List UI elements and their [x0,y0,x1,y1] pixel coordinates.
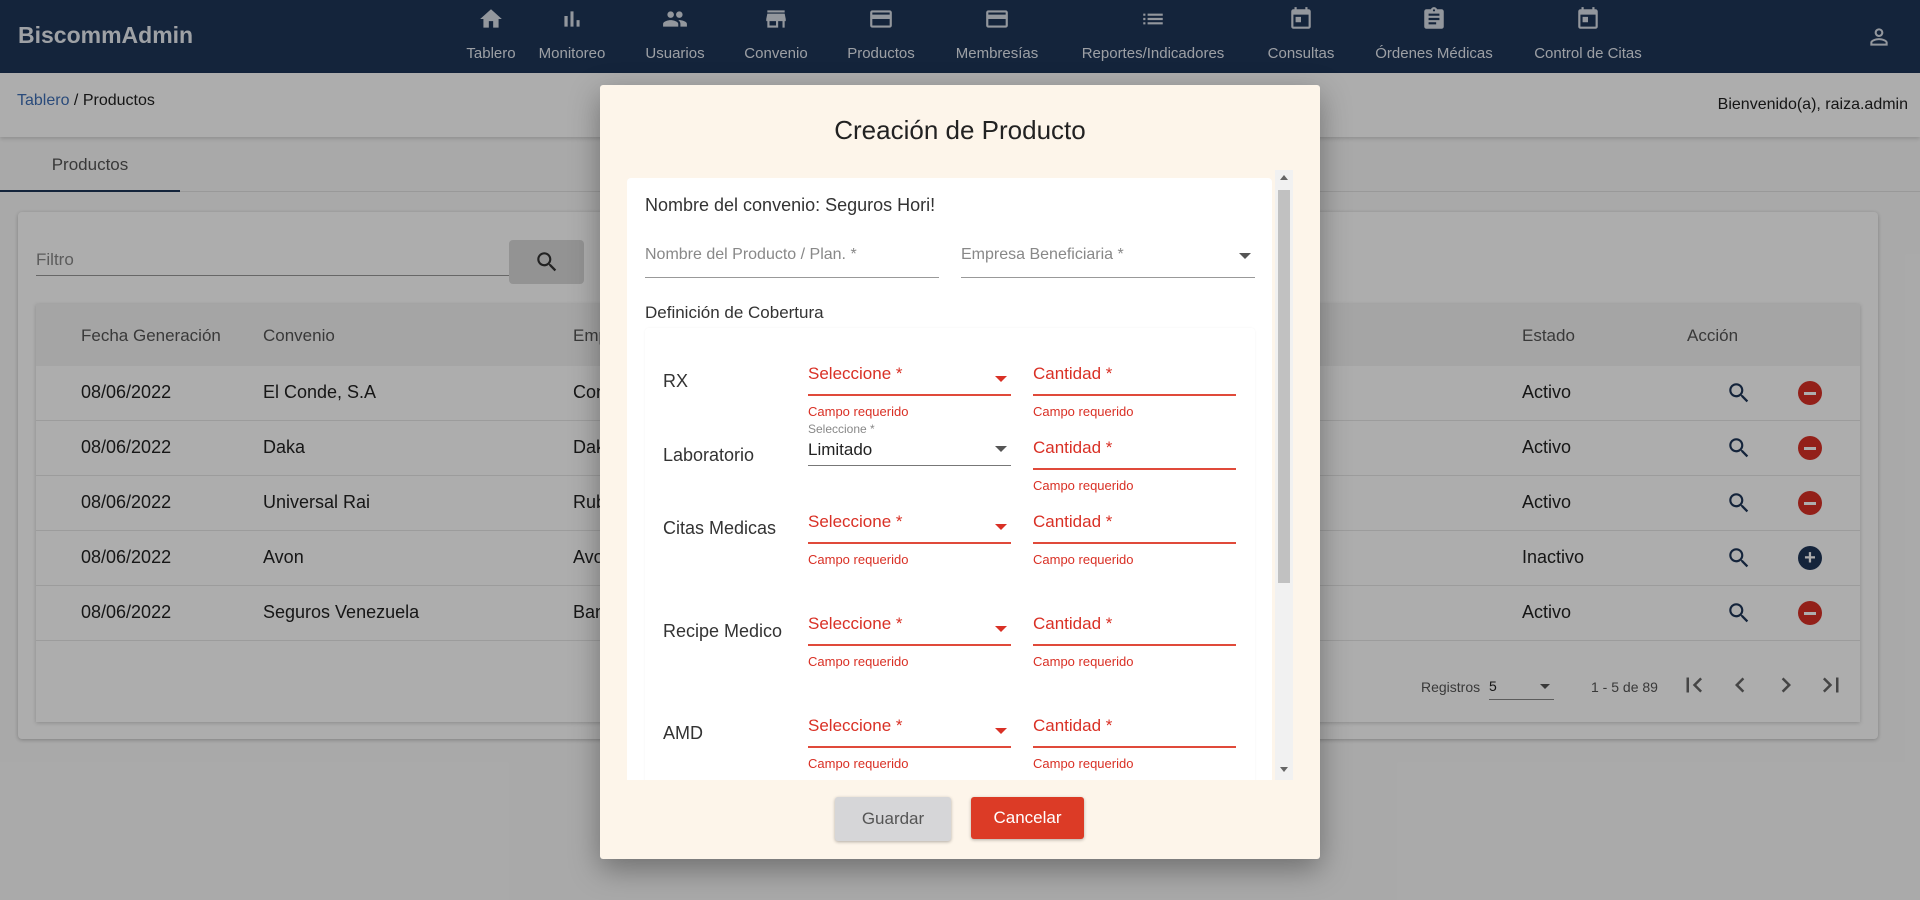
coverage-type-select-laboratorio[interactable]: Seleccione * Limitado [808,422,1011,466]
error-text: Campo requerido [1033,756,1134,771]
beneficiary-company-select[interactable]: Empresa Beneficiaria * [961,242,1255,278]
scrollbar-thumb[interactable] [1278,190,1290,583]
coverage-label-citas-medicas: Citas Medicas [663,518,777,538]
product-name-input[interactable]: Nombre del Producto / Plan. * [645,242,939,278]
quantity-placeholder: Cantidad * [1033,512,1113,531]
quantity-input-laboratorio[interactable]: Cantidad * [1033,430,1236,470]
coverage-label-rx: RX [663,371,689,391]
select-placeholder: Seleccione * [808,364,903,383]
error-text: Campo requerido [1033,404,1134,419]
quantity-placeholder: Cantidad * [1033,438,1113,457]
error-text: Campo requerido [808,404,909,419]
coverage-section: RX Seleccione * Cantidad * Campo requeri… [645,328,1255,780]
save-button[interactable]: Guardar [835,797,951,841]
create-product-dialog: Creación de Producto Nombre del convenio… [600,85,1320,859]
select-placeholder: Seleccione * [808,512,903,531]
quantity-placeholder: Cantidad * [1033,614,1113,633]
chevron-down-icon [995,446,1007,452]
coverage-title: Definición de Cobertura [645,303,824,322]
select-floating-label: Seleccione * [808,422,875,436]
quantity-input-recipe-medico[interactable]: Cantidad * [1033,606,1236,646]
quantity-input-citas-medicas[interactable]: Cantidad * [1033,504,1236,544]
chevron-down-icon [1239,253,1251,259]
scroll-up-icon[interactable] [1280,175,1288,180]
quantity-placeholder: Cantidad * [1033,364,1113,383]
coverage-type-select-rx[interactable]: Seleccione * [808,356,1011,396]
coverage-type-select-citas-medicas[interactable]: Seleccione * [808,504,1011,544]
error-text: Campo requerido [1033,654,1134,669]
form-card: Nombre del convenio: Seguros Hori! Nombr… [627,178,1272,780]
chevron-down-icon [995,376,1007,382]
quantity-input-rx[interactable]: Cantidad * [1033,356,1236,396]
dialog-title: Creación de Producto [834,115,1086,145]
chevron-down-icon [995,626,1007,632]
beneficiary-company-placeholder: Empresa Beneficiaria * [961,246,1124,263]
chevron-down-icon [995,728,1007,734]
scroll-down-icon[interactable] [1280,767,1288,772]
error-text: Campo requerido [1033,478,1134,493]
quantity-placeholder: Cantidad * [1033,716,1113,735]
coverage-label-laboratorio: Laboratorio [663,445,755,465]
error-text: Campo requerido [1033,552,1134,567]
coverage-label-recipe-medico: Recipe Medico [663,621,783,641]
cancel-button[interactable]: Cancelar [971,797,1084,839]
dialog-scrollbar[interactable] [1275,170,1293,780]
select-placeholder: Seleccione * [808,614,903,633]
coverage-label-amd: AMD [663,723,703,743]
coverage-type-select-amd[interactable]: Seleccione * [808,708,1011,748]
dialog-scroll-area[interactable]: Nombre del convenio: Seguros Hori! Nombr… [627,170,1320,780]
select-value: Limitado [808,440,873,459]
dialog-actions: Guardar Cancelar [600,797,1320,841]
chevron-down-icon [995,524,1007,530]
error-text: Campo requerido [808,654,909,669]
error-text: Campo requerido [808,552,909,567]
error-text: Campo requerido [808,756,909,771]
coverage-type-select-recipe-medico[interactable]: Seleccione * [808,606,1011,646]
select-placeholder: Seleccione * [808,716,903,735]
quantity-input-amd[interactable]: Cantidad * [1033,708,1236,748]
convenio-name: Nombre del convenio: Seguros Hori! [645,195,936,215]
